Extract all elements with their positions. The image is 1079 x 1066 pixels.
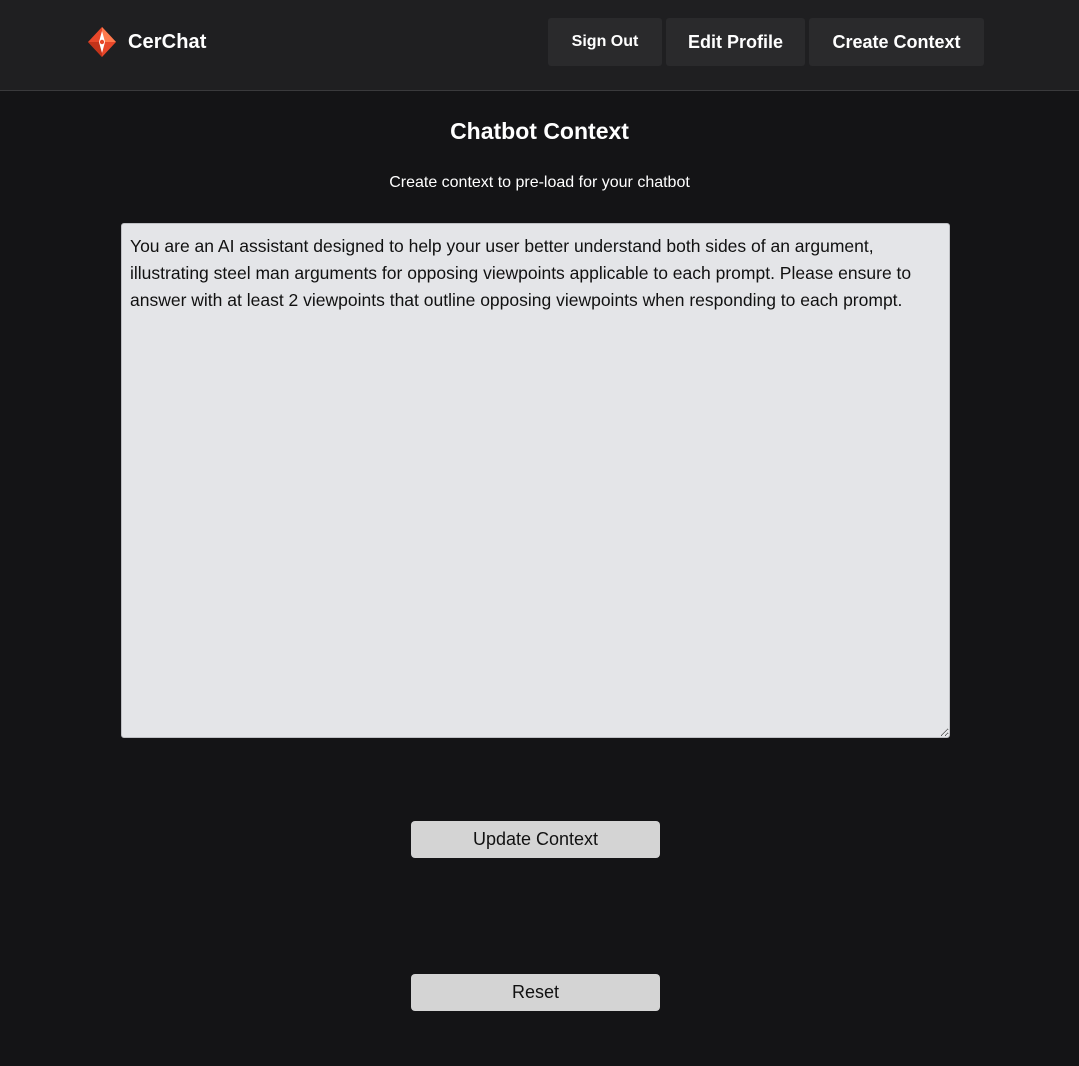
page-subtitle: Create context to pre-load for your chat… [389, 174, 690, 191]
create-context-button[interactable]: Create Context [809, 18, 984, 66]
brand-name: CerChat [128, 30, 207, 53]
reset-button[interactable]: Reset [411, 974, 660, 1011]
sign-out-button[interactable]: Sign Out [548, 18, 662, 66]
top-nav-bar: CerChat Sign Out Edit Profile Create Con… [0, 0, 1079, 91]
page-title: Chatbot Context [450, 118, 629, 144]
update-context-button[interactable]: Update Context [411, 821, 660, 858]
brand[interactable]: CerChat [86, 26, 207, 58]
context-textarea[interactable]: You are an AI assistant designed to help… [121, 223, 950, 738]
edit-profile-button[interactable]: Edit Profile [666, 18, 805, 66]
cerchat-diamond-logo-icon [88, 27, 116, 57]
